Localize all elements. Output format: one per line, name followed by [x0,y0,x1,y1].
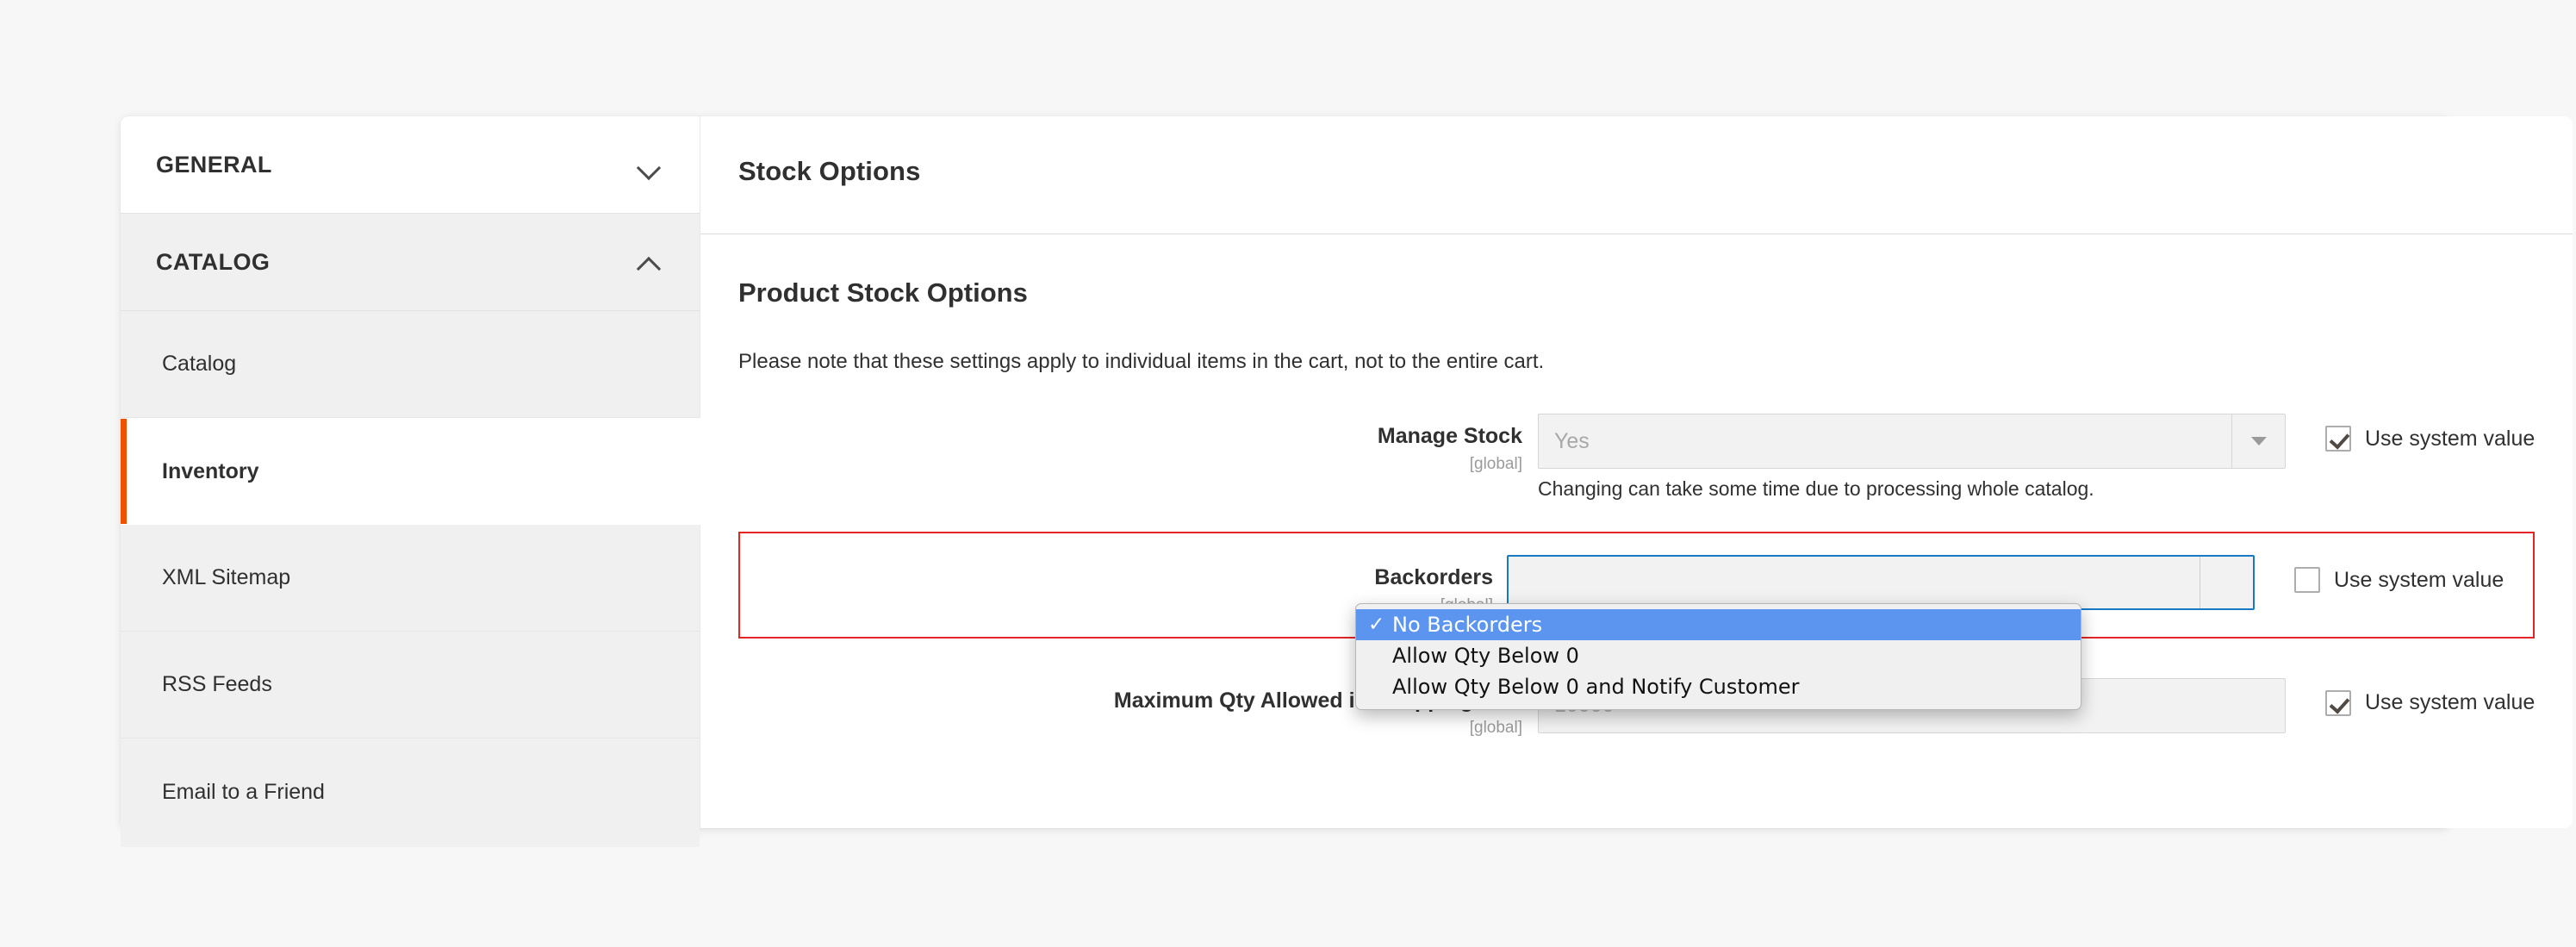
field-control-manage-stock: Yes Changing can take some time due to p… [1538,414,2286,501]
field-label-text: Manage Stock [1377,424,1522,448]
sidebar-item-label: RSS Feeds [162,672,272,696]
sidebar-item-email-to-a-friend[interactable]: Email to a Friend [121,738,700,845]
field-row-manage-stock: Manage Stock [global] Yes Changing can t… [738,403,2535,511]
field-after-backorders: Use system value [2255,555,2504,593]
manage-stock-select-value: Yes [1554,428,1590,453]
chevron-down-icon [2200,557,2253,608]
dropdown-option-label: No Backorders [1392,613,1543,637]
use-system-value-backorders[interactable]: Use system value [2294,567,2504,593]
chevron-down-icon [2231,414,2285,468]
sidebar-item-label: Inventory [162,458,259,483]
page-header: Stock Options [700,116,2573,234]
sidebar-section-catalog[interactable]: CATALOG [121,214,700,311]
page-title: Stock Options [738,156,921,186]
config-main: Stock Options Product Stock Options Plea… [700,116,2573,828]
section-note: Please note that these settings apply to… [738,350,1545,373]
field-scope-text: [global] [1469,719,1522,737]
field-scope-text: [global] [1469,454,1522,473]
chevron-up-icon [638,256,660,268]
backorders-select[interactable]: No Backorders [1507,555,2255,610]
dropdown-option-label: Allow Qty Below 0 [1392,644,1579,668]
use-system-value-label: Use system value [2334,567,2504,592]
checkbox-checked-icon[interactable] [2325,689,2351,716]
field-after-maximum-qty: Use system value [2286,678,2535,716]
checkbox-checked-icon[interactable] [2325,426,2351,452]
backorders-select-value: No Backorders [1524,570,1666,595]
field-after-manage-stock: Use system value [2286,414,2535,452]
config-sidebar: GENERAL CATALOG Catalog Inventory XML Si… [121,116,705,847]
dropdown-option-label: Allow Qty Below 0 and Notify Customer [1392,675,1800,699]
page-root: GENERAL CATALOG Catalog Inventory XML Si… [0,0,2576,947]
sidebar-section-general[interactable]: GENERAL [121,116,700,214]
field-label-text: Backorders [1374,565,1493,589]
field-label-manage-stock: Manage Stock [global] [738,414,1538,474]
sidebar-item-label: XML Sitemap [162,565,291,589]
sidebar-item-rss-feeds[interactable]: RSS Feeds [121,632,700,738]
chevron-down-icon [638,159,660,171]
backorders-dropdown-menu[interactable]: ✓ No Backorders Allow Qty Below 0 Allow … [1355,603,2081,710]
sidebar-item-catalog[interactable]: Catalog [121,311,700,418]
use-system-value-label: Use system value [2365,426,2536,451]
dropdown-option-no-backorders[interactable]: ✓ No Backorders [1356,609,2081,640]
field-control-backorders: No Backorders [1507,555,2255,610]
sidebar-item-xml-sitemap[interactable]: XML Sitemap [121,525,700,632]
sidebar-section-general-title: GENERAL [156,151,272,178]
sidebar-section-catalog-items: Catalog Inventory XML Sitemap RSS Feeds … [121,311,705,847]
use-system-value-manage-stock[interactable]: Use system value [2325,426,2535,452]
checkbox-unchecked-icon[interactable] [2294,567,2320,593]
section-title: Product Stock Options [738,277,1028,308]
check-icon: ✓ [1368,614,1385,636]
sidebar-item-label: Email to a Friend [162,779,325,804]
sidebar-item-inventory[interactable]: Inventory [121,418,705,525]
use-system-value-maximum-qty[interactable]: Use system value [2325,689,2536,716]
use-system-value-label: Use system value [2365,690,2536,714]
manage-stock-hint: Changing can take some time due to proce… [1538,477,2094,500]
dropdown-option-allow-qty-below-0-and-notify-customer[interactable]: Allow Qty Below 0 and Notify Customer [1356,671,2081,702]
dropdown-option-allow-qty-below-0[interactable]: Allow Qty Below 0 [1356,640,2081,671]
sidebar-item-label: Catalog [162,352,237,376]
sidebar-section-catalog-title: CATALOG [156,248,271,275]
config-card: GENERAL CATALOG Catalog Inventory XML Si… [121,116,2573,847]
manage-stock-select[interactable]: Yes [1538,414,2286,469]
